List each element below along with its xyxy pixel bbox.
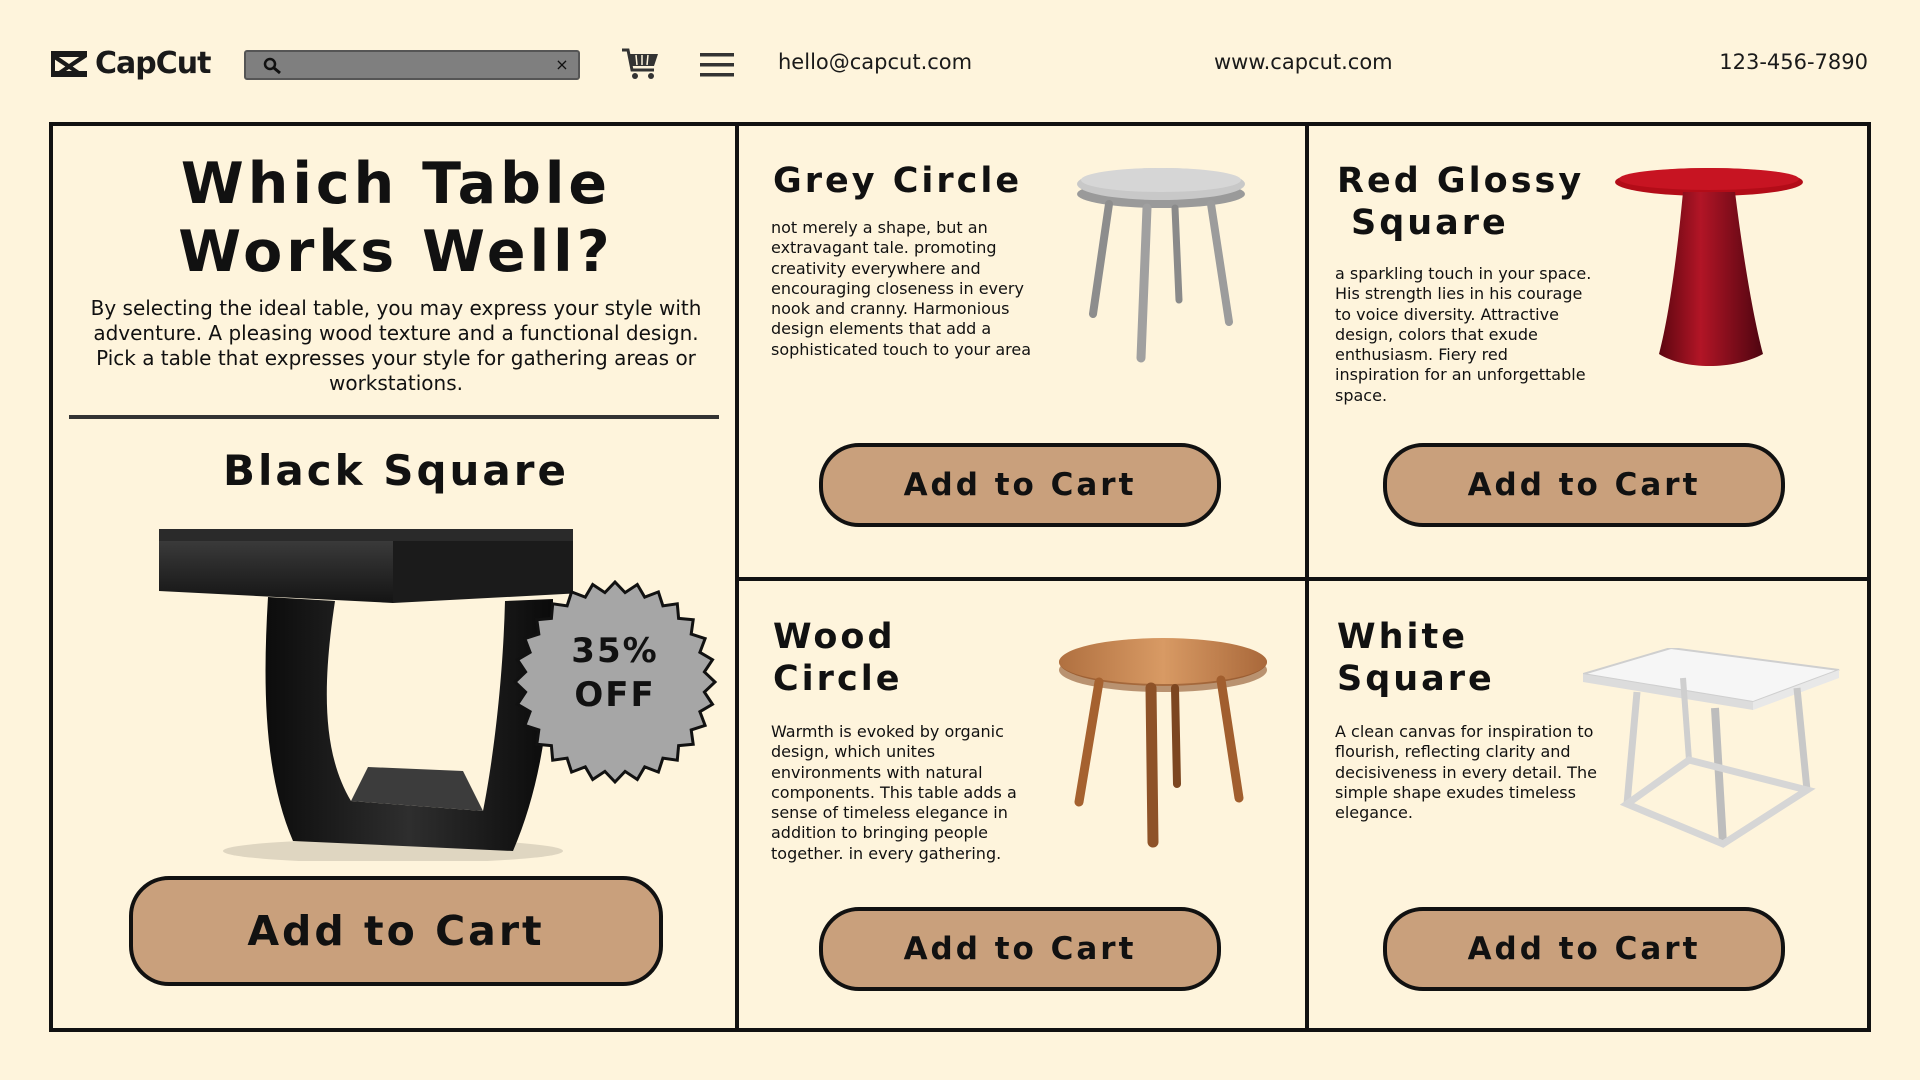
website-link[interactable]: www.capcut.com (1214, 50, 1393, 74)
product-description: a sparkling touch in your space. His str… (1335, 264, 1592, 405)
page-title-line: Works Well? (178, 219, 614, 285)
brand-logo[interactable]: CapCut (49, 46, 211, 81)
product-name-line: Wood (773, 617, 896, 657)
product-name: White Square (1337, 616, 1495, 700)
product-description: not merely a shape, but an extravagant t… (771, 218, 1031, 359)
product-grid: Which Table Works Well? By selecting the… (49, 122, 1871, 1032)
capcut-logo-icon (51, 50, 87, 77)
black-square-table-image (159, 529, 573, 861)
product-name-line: Square (1337, 659, 1495, 699)
product-name: Red Glossy Square (1337, 160, 1584, 244)
cart-icon[interactable] (620, 46, 660, 82)
discount-percent: 35% (571, 631, 659, 671)
product-description: Warmth is evoked by organic design, whic… (771, 722, 1017, 863)
product-name: Wood Circle (773, 616, 902, 700)
discount-badge-label: 35% OFF (511, 629, 719, 717)
section-divider (69, 415, 719, 419)
add-to-cart-button[interactable]: Add to Cart (129, 876, 663, 986)
add-to-cart-button[interactable]: Add to Cart (819, 907, 1221, 991)
top-bar: CapCut × hello@capcut.com www.capcut.com… (0, 0, 1920, 125)
product-name-line: Red Glossy (1337, 161, 1585, 201)
search-input[interactable]: × (244, 50, 580, 80)
product-name-line: Circle (773, 659, 903, 699)
contact-phone[interactable]: 123-456-7890 (1719, 50, 1868, 74)
red-glossy-table-image (1615, 168, 1803, 366)
featured-product-name: Black Square (223, 446, 569, 495)
wood-circle-table-image (1059, 638, 1267, 848)
contact-email[interactable]: hello@capcut.com (778, 50, 972, 74)
product-name-line: Grey Circle (773, 161, 1023, 201)
brand-name: CapCut (95, 46, 211, 81)
discount-off: OFF (574, 675, 656, 715)
product-description: A clean canvas for inspiration to flouri… (1335, 722, 1597, 823)
product-name-line: Square (1351, 203, 1509, 243)
page-title: Which Table Works Well? (53, 150, 739, 286)
add-to-cart-button[interactable]: Add to Cart (1383, 443, 1785, 527)
close-icon[interactable]: × (552, 54, 572, 76)
page-title-line: Which Table (180, 151, 612, 217)
product-name-line: White (1337, 617, 1468, 657)
add-to-cart-button[interactable]: Add to Cart (1383, 907, 1785, 991)
grey-circle-table-image (1077, 168, 1245, 363)
intro-description: By selecting the ideal table, you may ex… (90, 296, 702, 395)
product-name: Grey Circle (773, 160, 1022, 202)
add-to-cart-button[interactable]: Add to Cart (819, 443, 1221, 527)
search-icon (263, 57, 281, 75)
white-square-table-image (1583, 648, 1840, 848)
grid-divider (735, 577, 1867, 581)
menu-icon[interactable] (700, 50, 734, 80)
